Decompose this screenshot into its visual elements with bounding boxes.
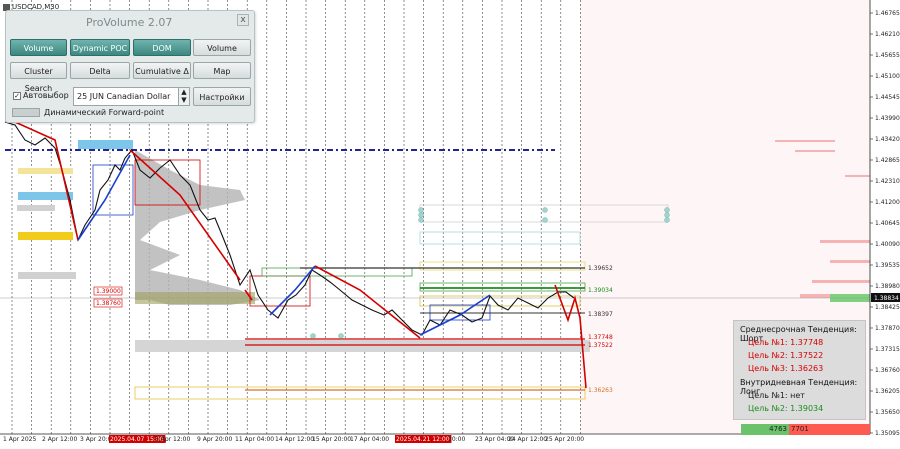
mid-target-3: Цель №3: 1.36263: [748, 364, 824, 373]
cluster-search-button[interactable]: Cluster Search: [10, 62, 67, 93]
time-tick-label: 15 Apr 20:00: [312, 436, 351, 443]
price-tick-label: 1.36760: [875, 367, 900, 374]
time-tick-label: 24 Apr 12:00: [508, 436, 547, 443]
instrument-select[interactable]: 25 JUN Canadian Dollar ▲ ▼: [73, 87, 190, 106]
forward-point-toggle[interactable]: Динамический Forward-point: [12, 108, 164, 117]
price-tick-label: 1.45655: [875, 52, 900, 59]
instrument-value: 25 JUN Canadian Dollar: [77, 92, 171, 101]
level-label: 1.38397: [588, 311, 613, 318]
time-tick-label: 11 Apr 04:00: [235, 436, 274, 443]
buy-volume: 4763: [741, 424, 789, 435]
level-label: 1.39034: [588, 287, 613, 294]
price-tick-label: 1.38980: [875, 283, 900, 290]
mid-target-2: Цель №2: 1.37522: [748, 351, 824, 360]
sell-volume: 7701: [789, 424, 870, 435]
mid-target-1: Цель №1: 1.37748: [748, 338, 824, 347]
time-tick-label: 2 Apr 12:00: [42, 436, 77, 443]
price-tick-label: 1.37870: [875, 325, 900, 332]
time-cursor-label: 2025.04.21 12:00: [396, 436, 450, 443]
time-tick-label: 14 Apr 12:00: [275, 436, 314, 443]
time-tick-label: 20:00: [448, 436, 465, 443]
level-label: 1.37748: [588, 334, 613, 341]
level-label: 1.37522: [588, 342, 613, 349]
price-tick-label: 1.38425: [875, 304, 900, 311]
poc-label: 1.39000: [96, 288, 121, 295]
price-tick-label: 1.45100: [875, 73, 900, 80]
forward-point-label: Динамический Forward-point: [44, 108, 165, 117]
price-tick-label: 1.43990: [875, 115, 900, 122]
price-tick-label: 1.39535: [875, 262, 900, 269]
checkmark-icon: ✓: [13, 91, 21, 100]
price-tick-label: 1.42865: [875, 157, 900, 164]
current-price-text: 1.38834: [874, 295, 899, 302]
time-tick-label: 8 Apr 12:00: [155, 436, 190, 443]
map-button[interactable]: Map: [193, 62, 251, 79]
price-tick-label: 1.36205: [875, 388, 900, 395]
cumulative-delta-button[interactable]: Cumulative Δ: [133, 62, 191, 79]
dom-button[interactable]: DOM: [133, 39, 191, 56]
price-tick-label: 1.40645: [875, 220, 900, 227]
time-axis: 1 Apr 2025 2 Apr 12:00 3 Apr 20:002025.04.…: [3, 435, 584, 443]
buy-sell-volume-bar: 4763 7701: [741, 424, 870, 435]
price-tick-label: 1.35095: [875, 430, 900, 437]
level-label: 1.36263: [588, 387, 613, 394]
price-tick-label: 1.46765: [875, 10, 900, 17]
auto-select-label: Автовыбор: [23, 91, 69, 100]
level-label: 1.39652: [588, 265, 613, 272]
provolume-panel: ProVolume 2.07 x Volume Profile Dynamic …: [5, 10, 255, 123]
delta-button[interactable]: Delta: [70, 62, 130, 79]
low-band: [135, 340, 590, 352]
time-tick-label: 17 Apr 04:00: [350, 436, 389, 443]
price-tick-label: 1.46210: [875, 31, 900, 38]
spinner-icon[interactable]: ▲ ▼: [178, 88, 189, 105]
price-tick-label: 1.41200: [875, 199, 900, 206]
trend-info-box: Среднесрочная Тенденция: Шорт Цель №1: 1…: [733, 320, 866, 420]
poc-label: 1.38760: [96, 300, 121, 307]
price-tick-label: 1.42310: [875, 178, 900, 185]
dynamic-poc-button[interactable]: Dynamic POC: [70, 39, 130, 56]
volume-button[interactable]: Volume: [193, 39, 251, 56]
price-tick-label: 1.35650: [875, 409, 900, 416]
panel-title: ProVolume 2.07: [86, 16, 173, 29]
settings-button[interactable]: Настройки: [193, 87, 251, 106]
price-tick-label: 1.40090: [875, 241, 900, 248]
time-tick-label: 1 Apr 2025: [3, 436, 36, 443]
time-tick-label: 9 Apr 20:00: [197, 436, 232, 443]
price-tick-label: 1.43420: [875, 136, 900, 143]
volume-profile-button[interactable]: Volume Profile: [10, 39, 67, 70]
toggle-switch-icon[interactable]: [12, 108, 40, 117]
time-tick-label: 25 Apr 20:00: [545, 436, 584, 443]
price-tick-label: 1.44545: [875, 94, 900, 101]
close-icon[interactable]: x: [237, 14, 249, 26]
intra-target-1: Цель №1: нет: [748, 391, 805, 400]
price-axis: 1.46765 1.46210 1.45655 1.45100 1.44545 1.439…: [870, 10, 900, 437]
auto-select-checkbox[interactable]: ✓ Автовыбор: [13, 91, 69, 100]
intra-target-2: Цель №2: 1.39034: [748, 404, 824, 413]
price-tick-label: 1.37315: [875, 346, 900, 353]
